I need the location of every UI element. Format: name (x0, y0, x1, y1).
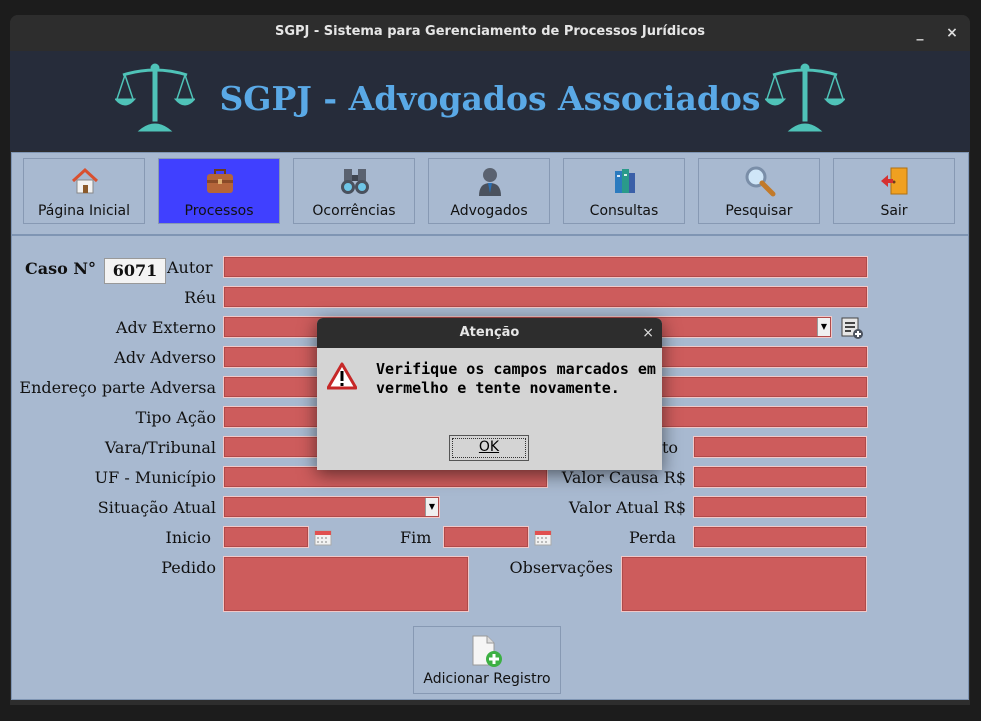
app-header: SGPJ - Advogados Associados (10, 51, 970, 151)
title-bar: SGPJ - Sistema para Gerenciamento de Pro… (10, 15, 970, 51)
nav-button-advogados[interactable]: Advogados (428, 158, 550, 224)
pedido-textarea[interactable] (223, 556, 469, 612)
nav-label: Sair (880, 203, 908, 219)
list-add-icon[interactable] (840, 316, 864, 340)
chevron-down-icon[interactable]: ▼ (425, 498, 438, 516)
nav-button-pagina-inicial[interactable]: Página Inicial (23, 158, 145, 224)
person-icon (479, 168, 501, 196)
nav-label: Ocorrências (312, 203, 396, 219)
briefcase-icon (207, 169, 233, 193)
autor-label: Autor (167, 258, 213, 277)
observacoes-label: Observações (509, 558, 613, 577)
reu-label: Réu (184, 288, 216, 307)
warning-icon (327, 362, 357, 390)
add-document-icon (472, 635, 502, 667)
dialog-message: Verifique os campos marcados em vermelho… (376, 360, 656, 397)
ok-button[interactable]: OK (449, 435, 529, 461)
reu-field[interactable] (223, 286, 868, 308)
warning-dialog: Atenção × Verifique os campos marcados e… (317, 318, 662, 470)
uf-label: UF - Município (94, 468, 216, 487)
nav-button-processos[interactable]: Processos (158, 158, 280, 224)
nav-label: Consultas (589, 203, 659, 219)
valor-atual-label: Valor Atual R$ (568, 498, 686, 517)
endereco-label: Endereço parte Adversa (19, 378, 216, 397)
inicio-date-field[interactable] (223, 526, 309, 548)
add-record-button[interactable]: Adicionar Registro (413, 626, 561, 694)
nav-button-sair[interactable]: Sair (833, 158, 955, 224)
inicio-label: Inicio (165, 528, 211, 547)
valor-atual-field[interactable] (693, 496, 867, 518)
adv-externo-label: Adv Externo (115, 318, 216, 337)
home-icon (71, 167, 99, 194)
dialog-title: Atenção (317, 318, 662, 348)
valor-causa-field[interactable] (693, 466, 867, 488)
valor-causa-label: Valor Causa R$ (561, 468, 686, 487)
situacao-combo[interactable]: ▼ (223, 496, 440, 518)
dialog-close-button[interactable]: × (642, 318, 654, 348)
nav-label: Pesquisar (725, 203, 793, 219)
perda-label: Perda (629, 528, 676, 547)
nav-label: Página Inicial (37, 203, 131, 219)
close-button[interactable]: × (942, 23, 962, 43)
fim-label: Fim (400, 528, 432, 547)
perda-field[interactable] (693, 526, 867, 548)
adv-adverso-label: Adv Adverso (114, 348, 216, 367)
situacao-label: Situação Atual (97, 498, 216, 517)
nav-toolbar: Página Inicial Processos Ocorrências Adv… (11, 152, 969, 235)
caso-number: 6071 (104, 258, 166, 284)
caso-label: Caso N° (25, 259, 96, 278)
window-title: SGPJ - Sistema para Gerenciamento de Pro… (274, 24, 706, 39)
exit-door-icon (881, 167, 908, 195)
deposito-label: to (662, 438, 679, 457)
chevron-down-icon[interactable]: ▼ (817, 318, 830, 336)
autor-field[interactable] (223, 256, 868, 278)
nav-button-ocorrencias[interactable]: Ocorrências (293, 158, 415, 224)
observacoes-textarea[interactable] (621, 556, 867, 612)
scales-of-justice-icon (765, 63, 845, 132)
pedido-label: Pedido (161, 558, 216, 577)
books-icon (615, 169, 635, 193)
nav-label: Processos (184, 203, 254, 219)
vara-label: Vara/Tribunal (104, 438, 216, 457)
add-record-label: Adicionar Registro (423, 671, 551, 687)
binoculars-icon (341, 169, 369, 194)
nav-label: Advogados (450, 203, 528, 219)
fim-date-field[interactable] (443, 526, 529, 548)
calendar-icon[interactable] (534, 528, 552, 546)
calendar-icon[interactable] (314, 528, 332, 546)
minimize-button[interactable]: _ (910, 23, 930, 43)
deposito-field[interactable] (693, 436, 867, 458)
tipo-acao-label: Tipo Ação (135, 408, 216, 427)
nav-button-consultas[interactable]: Consultas (563, 158, 685, 224)
magnifier-icon (745, 166, 776, 197)
nav-button-pesquisar[interactable]: Pesquisar (698, 158, 820, 224)
